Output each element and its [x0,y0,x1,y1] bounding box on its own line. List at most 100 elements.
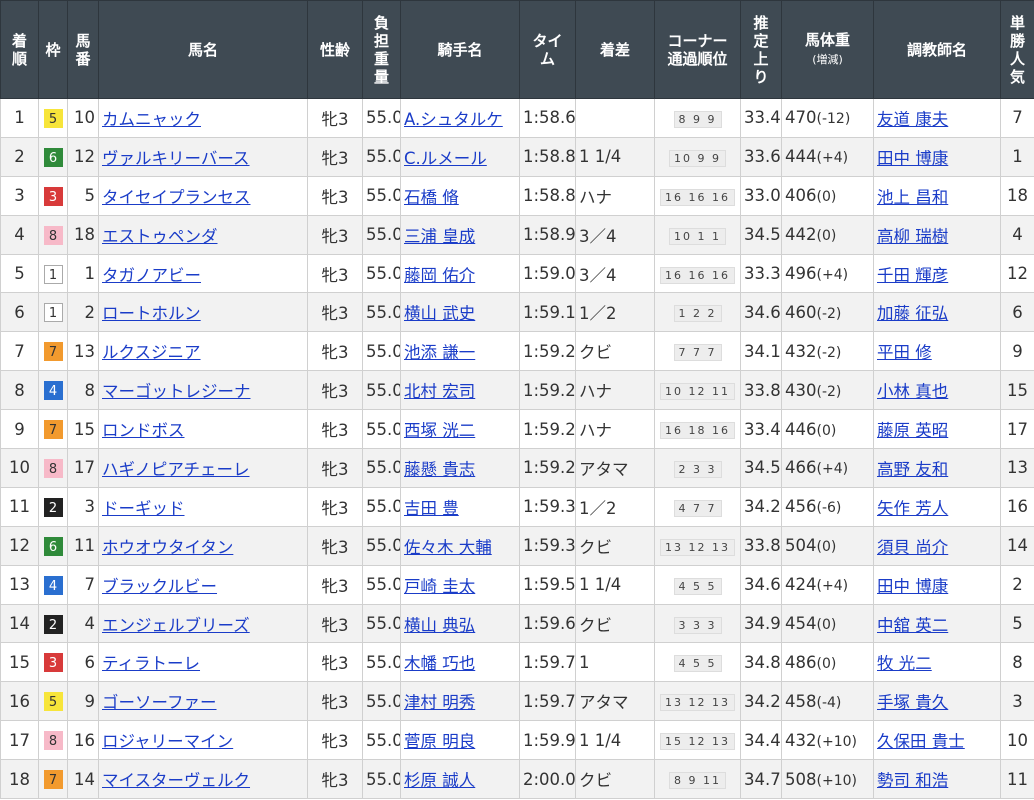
horse-name-cell: マーゴットレジーナ [98,370,308,411]
body-weight-cell: 456(-6) [781,486,874,527]
trainer-link[interactable]: 勢司 和浩 [877,771,948,790]
popularity-cell: 14 [1000,525,1034,566]
trainer-link[interactable]: 田中 博康 [877,577,948,596]
trainer-link[interactable]: 池上 昌和 [877,188,948,207]
body-weight-diff: (-2) [816,383,842,400]
body-weight-value: 432 [785,341,817,361]
umaban-cell: 5 [67,175,99,216]
horse-name-link[interactable]: タイセイプランセス [102,188,251,207]
horse-name-cell: ハギノピアチェーレ [98,448,308,488]
jockey-link[interactable]: 石橋 脩 [404,188,459,207]
body-weight-value: 458 [785,691,817,711]
time-cell: 1:59.6 [519,603,576,644]
umaban-cell: 13 [67,331,99,372]
header-body-weight: 馬体重 (増減) [781,0,874,99]
margin-cell [575,98,655,138]
rank-cell: 11 [0,486,39,527]
horse-name-link[interactable]: タガノアビー [102,266,201,285]
horse-name-link[interactable]: マーゴットレジーナ [102,382,251,401]
jockey-link[interactable]: 横山 武史 [404,304,475,323]
trainer-link[interactable]: 小林 真也 [877,382,948,401]
body-weight-diff: (0) [816,189,837,206]
jockey-link[interactable]: 藤懸 貴志 [404,460,475,479]
weight-cell: 55.0 [362,525,401,566]
horse-name-cell: ドーギッド [98,486,308,527]
umaban-cell: 4 [67,603,99,644]
trainer-link[interactable]: 高柳 瑞樹 [877,227,948,246]
rank-cell: 5 [0,253,39,294]
jockey-link[interactable]: 戸崎 圭太 [404,577,475,596]
horse-name-cell: ルクスジニア [98,331,308,372]
jockey-link[interactable]: 木幡 巧也 [404,654,475,673]
trainer-link[interactable]: 千田 輝彦 [877,266,948,285]
waku-cell: 8 [38,214,68,255]
rank-cell: 17 [0,720,39,761]
margin-cell: 1／2 [575,292,655,333]
trainer-link[interactable]: 加藤 征弘 [877,304,948,323]
trainer-link[interactable]: 中舘 英二 [877,616,948,635]
horse-name-link[interactable]: ホウオウタイタン [102,538,233,557]
time-cell: 2:00.0 [519,759,576,800]
trainer-cell: 平田 修 [873,331,1001,372]
trainer-link[interactable]: 藤原 英昭 [877,421,948,440]
weight-cell: 55.0 [362,214,401,255]
horse-name-link[interactable]: カムニャック [102,110,201,129]
jockey-link[interactable]: 吉田 豊 [404,499,459,518]
horse-name-link[interactable]: ロンドボス [102,421,185,440]
header-rank: 着 順 [0,0,39,99]
jockey-link[interactable]: C.ルメール [404,149,487,168]
jockey-link[interactable]: 佐々木 大輔 [404,538,492,557]
horse-name-link[interactable]: ドーギッド [102,499,185,518]
trainer-link[interactable]: 友道 康夫 [877,110,948,129]
waku-badge: 6 [43,147,63,167]
trainer-link[interactable]: 田中 博康 [877,149,948,168]
jockey-link[interactable]: 津村 明秀 [404,693,475,712]
jockey-link[interactable]: 三浦 皇成 [404,227,475,246]
horse-name-link[interactable]: マイスターヴェルク [102,771,250,790]
trainer-link[interactable]: 牧 光二 [877,654,932,673]
trainer-link[interactable]: 久保田 貴士 [877,732,965,751]
trainer-link[interactable]: 須貝 尚介 [877,538,948,557]
time-cell: 1:59.7 [519,642,576,683]
horse-name-cell: カムニャック [98,98,308,138]
horse-name-link[interactable]: ゴーソーファー [102,693,217,712]
jockey-link[interactable]: A.シュタルケ [404,110,503,129]
horse-name-link[interactable]: ロジャリーマイン [102,732,233,751]
horse-name-link[interactable]: ルクスジニア [102,343,201,362]
corner-positions: 4 5 5 [673,577,722,595]
waku-cell: 2 [38,486,68,527]
table-row: 10 8 17 ハギノピアチェーレ 牝3 55.0 藤懸 貴志 1:59.2 アタマ 2 3 3 3… [0,448,1034,488]
rank-cell: 12 [0,525,39,566]
jockey-link[interactable]: 北村 宏司 [404,382,475,401]
rank-cell: 4 [0,214,39,255]
jockey-link[interactable]: 菅原 明良 [404,732,475,751]
jockey-link[interactable]: 杉原 誠人 [404,771,475,790]
horse-name-link[interactable]: ヴァルキリーバース [102,149,250,168]
horse-name-link[interactable]: ティラトーレ [102,654,200,673]
trainer-link[interactable]: 平田 修 [877,343,932,362]
trainer-link[interactable]: 高野 友和 [877,460,948,479]
time-cell: 1:59.2 [519,370,576,411]
weight-cell: 55.0 [362,681,401,722]
horse-name-link[interactable]: ブラックルビー [102,577,217,596]
jockey-link[interactable]: 横山 典弘 [404,616,475,635]
sex-age-cell: 牝3 [307,175,363,216]
horse-name-link[interactable]: ハギノピアチェーレ [102,460,250,479]
body-weight-diff: (-4) [816,694,842,711]
trainer-link[interactable]: 手塚 貴久 [877,693,948,712]
sex-age-cell: 牝3 [307,681,363,722]
horse-name-cell: ヴァルキリーバース [98,136,308,177]
margin-cell: 1／2 [575,486,655,527]
jockey-link[interactable]: 藤岡 佑介 [404,266,475,285]
waku-badge: 3 [43,186,63,206]
jockey-link[interactable]: 池添 謙一 [404,343,475,362]
trainer-link[interactable]: 矢作 芳人 [877,499,948,518]
umaban-cell: 18 [67,214,99,255]
horse-name-link[interactable]: エストゥペンダ [102,227,218,246]
horse-name-cell: エンジェルブリーズ [98,603,308,644]
jockey-link[interactable]: 西塚 洸二 [404,421,475,440]
horse-name-link[interactable]: エンジェルブリーズ [102,616,250,635]
weight-cell: 55.0 [362,642,401,683]
horse-name-link[interactable]: ロートホルン [102,304,201,323]
waku-cell: 7 [38,409,68,450]
